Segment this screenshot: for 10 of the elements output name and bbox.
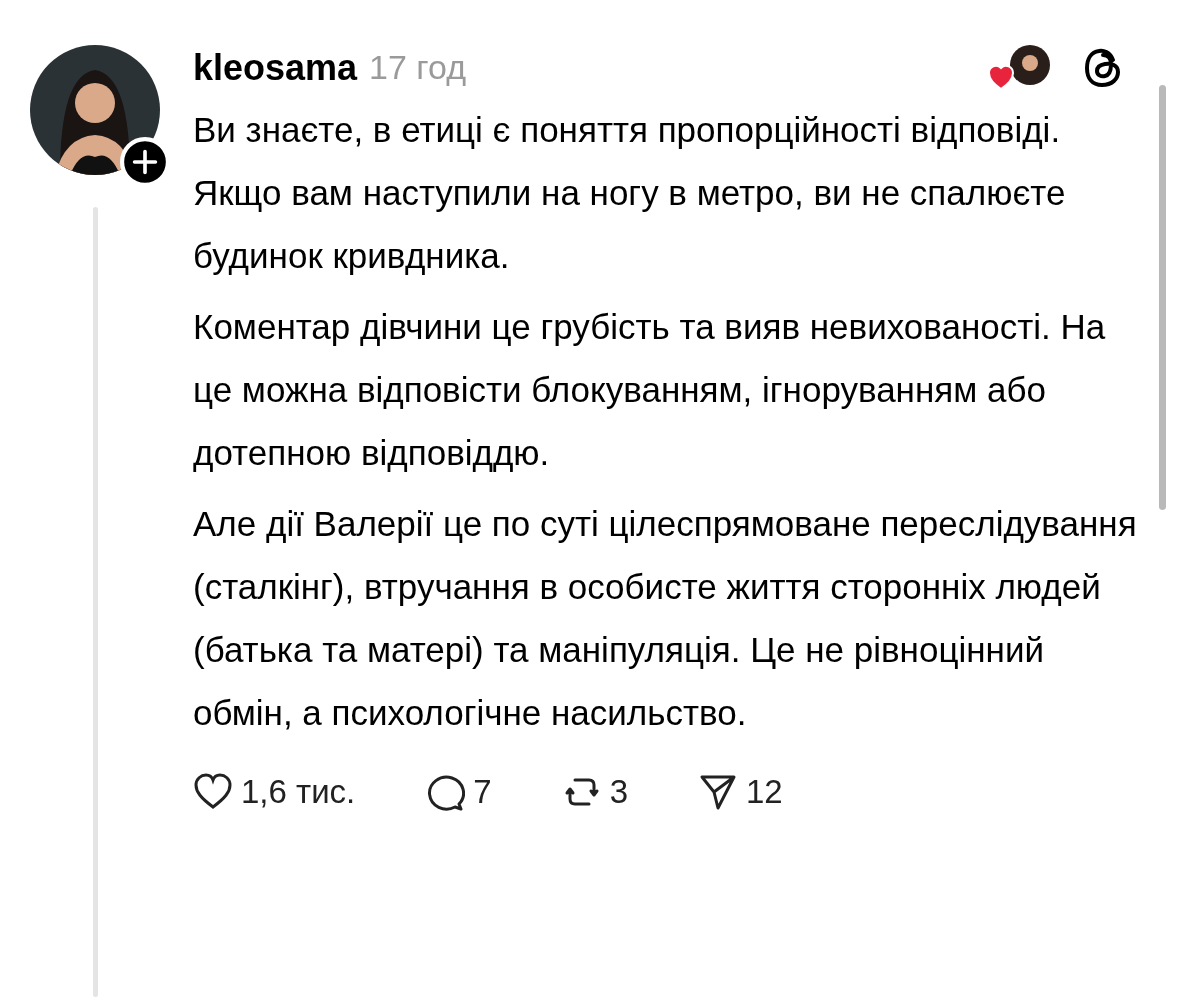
post-paragraph: Коментар дівчини це грубість та вияв невихованості. На це можна відповісти блокуванням, ігноруванням або дотепною відповіддю.: [193, 306, 1107, 474]
username[interactable]: kleosama: [193, 46, 358, 89]
repost-button[interactable]: 3: [561, 772, 628, 812]
post-paragraph: Ви знаєте, в етиці є поняття пропорційності відповіді. Якщо вам наступили на ногу в метро, ви не спалюєте будинок кривдника.: [193, 109, 1067, 277]
post-time: 17 год: [369, 48, 467, 87]
scrollbar[interactable]: [1159, 85, 1166, 510]
share-button[interactable]: 12: [698, 772, 783, 812]
like-button[interactable]: 1,6 тис.: [193, 772, 356, 812]
comment-button[interactable]: 7: [425, 772, 492, 812]
post-paragraph: Але дії Валерії це по суті цілеспрямоване переслідування (сталкінг), втручання в особисте життя сторонніх людей (батька та матері) та маніпуляція. Це не рівноцінний обмін, а психологічне насильство.: [193, 503, 1138, 734]
